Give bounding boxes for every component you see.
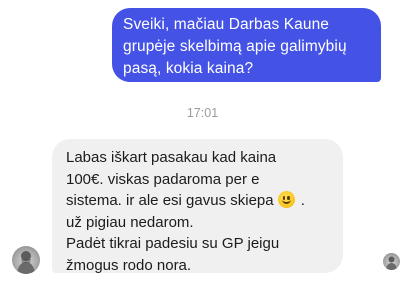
message-timestamp: 17:01 [186,106,219,120]
message-text-fragment: . [300,192,305,209]
message-text-line: už pigiau nedarom. [66,213,194,231]
message-text-line: Padėt tikrai padesiu su GP jeigu [66,235,280,252]
read-receipt-avatar [383,253,400,270]
message-text-fragment: sistema. ir ale esi gavus skiepa [66,192,274,209]
person-silhouette-icon [386,256,397,270]
message-text-line: sistema. ir ale esi gavus skiepa . [66,190,337,212]
chat-thread: Sveiki, mačiau Darbas Kaune grupėje skel… [0,0,405,284]
message-text-line: žmogus rodo nora. [66,256,192,274]
message-text-line: Labas iškart pasakau kad kaina [66,149,277,166]
outgoing-message-bubble[interactable]: Sveiki, mačiau Darbas Kaune grupėje skel… [112,8,381,82]
message-text-line: 100€. viskas padaroma per e [66,170,260,188]
person-silhouette-icon [17,251,35,274]
sender-avatar[interactable] [12,246,40,274]
incoming-message-bubble[interactable]: Labas iškart pasakau kad kaina 100€. vis… [52,139,343,274]
message-text-line: Sveiki, mačiau Darbas Kaune [123,16,330,33]
message-text-line: grupėje skelbimą apie galimybių [123,38,347,55]
message-text-line: pasą, kokia kaina? [123,60,254,77]
slightly-smiling-face-icon [277,191,295,208]
